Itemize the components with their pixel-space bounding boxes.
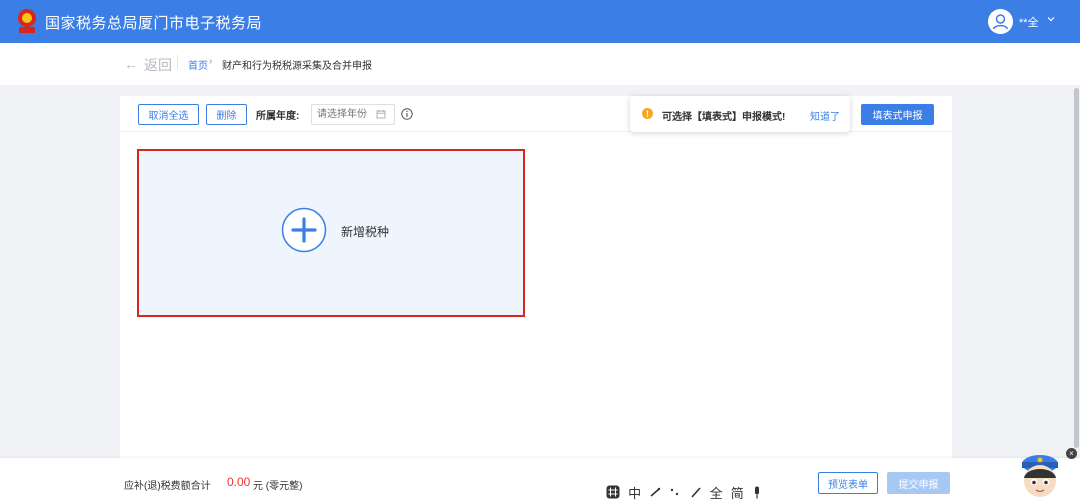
user-name[interactable]: **全 (1019, 14, 1039, 30)
breadcrumb-home-link[interactable]: 首页 (188, 57, 208, 72)
plus-circle-icon[interactable] (281, 207, 327, 253)
warning-icon: ! (642, 108, 653, 119)
back-link[interactable]: 返回 (144, 55, 172, 75)
site-title[interactable]: 国家税务总局厦门市电子税务局 (45, 12, 262, 33)
notice-message: 可选择【填表式】申报模式! (662, 112, 786, 123)
ime-pen-icon[interactable] (690, 486, 702, 498)
ime-moon-icon[interactable] (649, 486, 661, 498)
submit-declaration-button[interactable]: 提交申报 (887, 472, 950, 494)
mascot-close-icon[interactable]: × (1066, 448, 1077, 459)
tax-emblem-icon (18, 9, 36, 33)
add-tax-card[interactable] (137, 149, 525, 317)
total-amount: 0.00 (227, 475, 251, 489)
back-arrow-icon[interactable]: ← (124, 56, 138, 72)
info-icon[interactable] (401, 108, 413, 120)
preview-form-button[interactable]: 预览表单 (818, 472, 878, 494)
ime-grid-icon[interactable] (606, 485, 620, 499)
breadcrumb-current: 财产和行为税税源采集及合并申报 (222, 61, 372, 72)
chevron-down-icon[interactable] (1046, 14, 1056, 24)
total-label: 应补(退)税费额合计 (124, 481, 211, 492)
ime-toolbar[interactable]: 中 全 简 (598, 484, 770, 500)
year-label: 所属年度: (256, 111, 300, 122)
ime-chinese-toggle[interactable]: 中 (628, 483, 641, 500)
delete-button[interactable]: 删除 (206, 104, 247, 125)
notice-dismiss-link[interactable]: 知道了 (810, 108, 840, 123)
scrollbar-thumb[interactable] (1074, 88, 1079, 448)
ime-simplified-toggle[interactable]: 简 (731, 483, 744, 500)
breadcrumb-divider (177, 55, 178, 69)
ime-microphone-icon[interactable] (752, 486, 762, 499)
user-avatar-icon[interactable] (988, 9, 1013, 34)
assistant-mascot-icon[interactable] (1014, 448, 1066, 500)
add-tax-label[interactable]: 新增税种 (341, 223, 389, 240)
form-declare-button[interactable]: 填表式申报 (861, 104, 934, 125)
ime-fullwidth-toggle[interactable]: 全 (710, 483, 723, 500)
total-suffix: 元 (零元整) (253, 481, 303, 492)
calendar-icon[interactable] (376, 109, 386, 119)
breadcrumb-separator: › (209, 56, 213, 67)
ime-punctuation-icon[interactable] (669, 486, 681, 498)
cancel-select-all-button[interactable]: 取消全选 (138, 104, 199, 125)
